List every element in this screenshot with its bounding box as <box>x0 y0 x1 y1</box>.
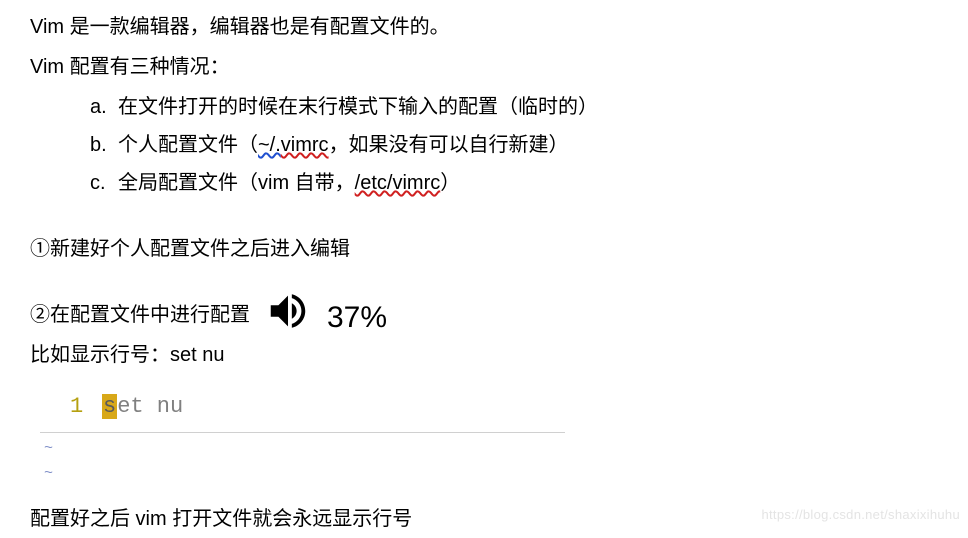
volume-percent: 37% <box>327 289 387 346</box>
vim-tilde: ~ <box>44 464 938 484</box>
wavy-path-home: ~/. <box>258 134 281 156</box>
list-text: 全局配置文件（vim 自带，/etc/vimrc） <box>118 164 460 202</box>
step-2: ②在配置文件中进行配置 <box>30 296 938 334</box>
list-text: 个人配置文件（~/.vimrc，如果没有可以自行新建） <box>118 126 569 164</box>
list-text: 在文件打开的时候在末行模式下输入的配置（临时的） <box>118 88 598 126</box>
wavy-vimrc: vimrc <box>281 134 329 156</box>
list-item-b: b. 个人配置文件（~/.vimrc，如果没有可以自行新建） <box>30 126 938 164</box>
list-marker: b. <box>90 126 110 164</box>
line-number: 1 <box>70 386 84 428</box>
list-marker: a. <box>90 88 110 126</box>
vim-code-block: 1 set nu <box>40 382 565 433</box>
code-line-1: 1 set nu <box>70 386 557 428</box>
vim-tilde: ~ <box>44 439 938 459</box>
example-line: 比如显示行号：set nu <box>30 336 938 374</box>
intro-line-2: Vim 配置有三种情况： <box>30 48 938 86</box>
list-item-c: c. 全局配置文件（vim 自带，/etc/vimrc） <box>30 164 938 202</box>
watermark: https://blog.csdn.net/shaxixihuhu <box>761 503 960 528</box>
wavy-etc-vimrc: /etc/vimrc <box>355 172 441 194</box>
list-item-a: a. 在文件打开的时候在末行模式下输入的配置（临时的） <box>30 88 938 126</box>
intro-line-1: Vim 是一款编辑器，编辑器也是有配置文件的。 <box>30 8 938 46</box>
volume-osd: 37% <box>265 288 387 347</box>
list-marker: c. <box>90 164 110 202</box>
cursor-char: s <box>102 394 117 419</box>
volume-icon <box>265 288 311 347</box>
step-1: ①新建好个人配置文件之后进入编辑 <box>30 230 938 268</box>
code-content: set nu <box>102 386 183 428</box>
